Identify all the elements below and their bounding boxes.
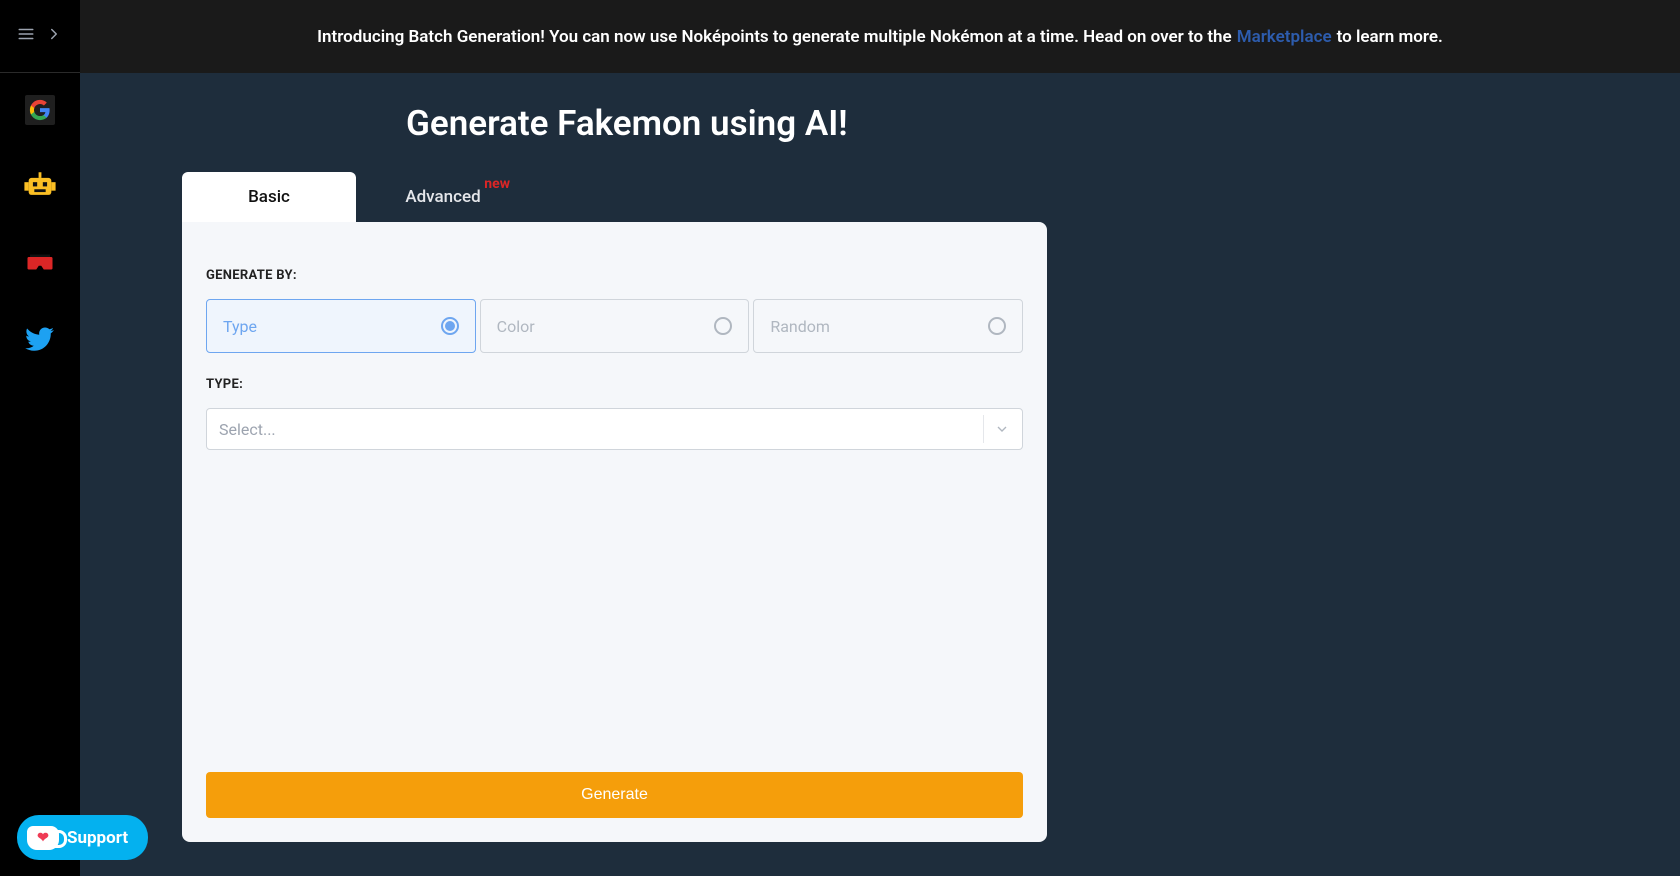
- twitter-icon[interactable]: [23, 322, 57, 356]
- select-placeholder: Select...: [219, 420, 276, 439]
- sidebar-top-controls: [0, 0, 80, 73]
- radio-icon: [441, 317, 459, 335]
- tab-basic[interactable]: Basic: [182, 172, 356, 222]
- tabs: Basic Advanced new: [182, 172, 1680, 222]
- forward-arrow-icon[interactable]: [45, 25, 63, 47]
- tab-basic-label: Basic: [248, 187, 290, 207]
- hamburger-icon[interactable]: [17, 25, 35, 47]
- sidebar: [0, 0, 80, 876]
- generate-by-options: Type Color Random: [206, 299, 1023, 353]
- chevron-down-icon: [983, 415, 1010, 443]
- option-color[interactable]: Color: [480, 299, 750, 353]
- type-label: TYPE:: [206, 377, 1023, 392]
- marketplace-link[interactable]: Marketplace: [1237, 27, 1332, 47]
- option-color-label: Color: [497, 317, 535, 336]
- support-button[interactable]: ❤ Support: [17, 815, 148, 860]
- new-badge: new: [484, 176, 510, 192]
- option-random-label: Random: [770, 317, 830, 336]
- option-random[interactable]: Random: [753, 299, 1023, 353]
- main-content: Generate Fakemon using AI! Basic Advance…: [80, 73, 1680, 876]
- radio-icon: [988, 317, 1006, 335]
- generator-card: GENERATE BY: Type Color Random TYPE: Sel…: [182, 222, 1047, 842]
- tab-advanced[interactable]: Advanced new: [356, 172, 530, 222]
- robot-icon[interactable]: [23, 168, 57, 202]
- page-title: Generate Fakemon using AI!: [406, 103, 1680, 144]
- kofi-icon: ❤: [27, 826, 59, 850]
- support-label: Support: [67, 828, 128, 848]
- google-icon[interactable]: [25, 95, 55, 125]
- option-type[interactable]: Type: [206, 299, 476, 353]
- announcement-banner: Introducing Batch Generation! You can no…: [80, 0, 1680, 73]
- option-type-label: Type: [223, 317, 257, 336]
- tab-advanced-label: Advanced: [405, 187, 480, 207]
- sidebar-links: [23, 95, 57, 356]
- generate-by-label: GENERATE BY:: [206, 268, 1023, 283]
- radio-icon: [714, 317, 732, 335]
- banner-text-after: to learn more.: [1337, 27, 1443, 47]
- banner-text-before: Introducing Batch Generation! You can no…: [317, 27, 1232, 47]
- generate-button[interactable]: Generate: [206, 772, 1023, 818]
- vr-headset-icon[interactable]: [23, 245, 57, 279]
- type-select[interactable]: Select...: [206, 408, 1023, 450]
